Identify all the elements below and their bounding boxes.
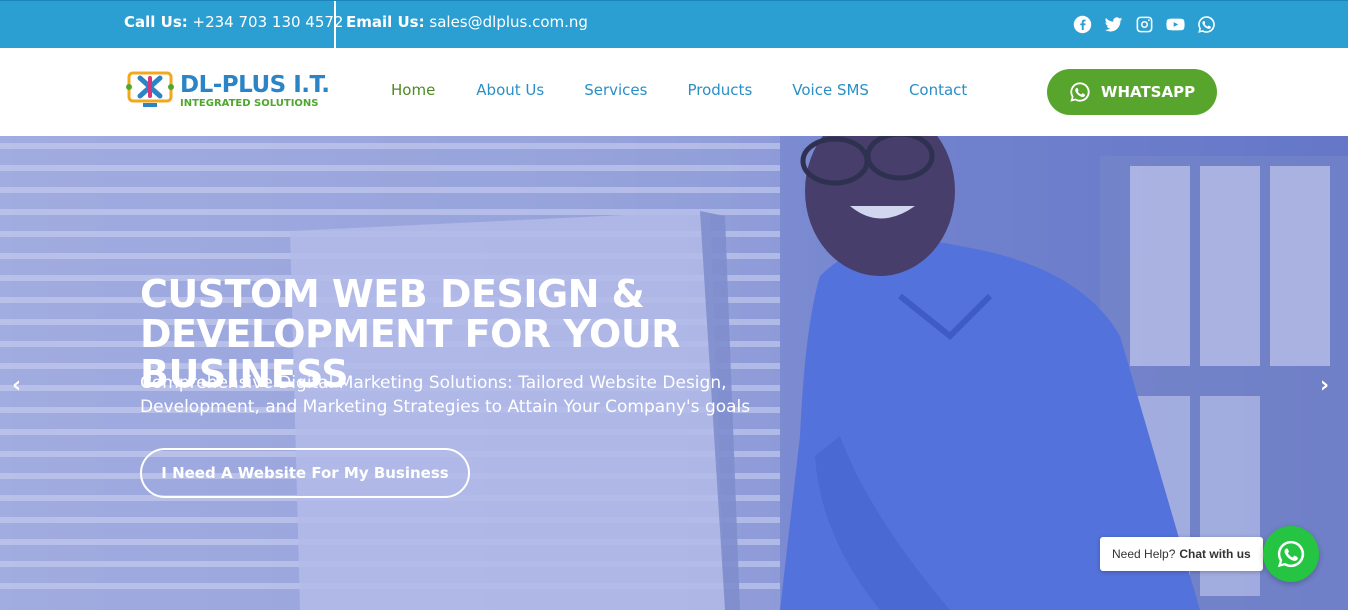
website-cta-button[interactable]: I Need A Website For My Business: [140, 448, 470, 498]
facebook-icon[interactable]: [1073, 15, 1092, 34]
youtube-icon[interactable]: [1166, 15, 1185, 34]
hero-subtitle-line-1: Comprehensive Digital Marketing Solution…: [140, 373, 727, 393]
slider-next-arrow-icon[interactable]: ›: [1320, 373, 1329, 398]
chat-help-bubble[interactable]: Need Help? Chat with us: [1100, 537, 1263, 571]
nav-voice-sms[interactable]: Voice SMS: [792, 81, 869, 99]
twitter-icon[interactable]: [1104, 15, 1123, 34]
whatsapp-button-label: WHATSAPP: [1100, 83, 1196, 101]
whatsapp-icon[interactable]: [1197, 15, 1216, 34]
call-us-info[interactable]: Call Us: +234 703 130 4572: [124, 13, 343, 31]
whatsapp-chat-button[interactable]: [1263, 526, 1319, 582]
logo-mark-icon: [126, 71, 174, 107]
chat-prompt: Need Help?: [1112, 547, 1176, 561]
hero-subtitle-line-2: Development, and Marketing Strategies to…: [140, 397, 751, 417]
email-us-label: Email Us:: [346, 13, 425, 31]
nav-contact[interactable]: Contact: [909, 81, 967, 99]
whatsapp-icon: [1277, 540, 1305, 568]
whatsapp-button[interactable]: WHATSAPP: [1047, 69, 1217, 115]
whatsapp-icon: [1070, 82, 1090, 102]
chat-action: Chat with us: [1179, 547, 1251, 561]
site-logo[interactable]: DL-PLUS I.T. INTEGRATED SOLUTIONS: [126, 68, 330, 116]
nav-home[interactable]: Home: [391, 81, 435, 99]
social-links: [1073, 15, 1216, 34]
email-us-info[interactable]: Email Us: sales@dlplus.com.ng: [346, 13, 588, 31]
top-contact-bar: Call Us: +234 703 130 4572 Email Us: sal…: [0, 0, 1348, 49]
topbar-divider: [334, 1, 336, 49]
slider-prev-arrow-icon[interactable]: ‹: [12, 373, 21, 398]
hero-subtitle: Comprehensive Digital Marketing Solution…: [140, 371, 760, 419]
nav-about-us[interactable]: About Us: [476, 81, 544, 99]
call-us-label: Call Us:: [124, 13, 188, 31]
hero-title-line-1: CUSTOM WEB DESIGN &: [140, 272, 645, 316]
instagram-icon[interactable]: [1135, 15, 1154, 34]
phone-number[interactable]: +234 703 130 4572: [193, 13, 344, 31]
logo-tagline: INTEGRATED SOLUTIONS: [180, 98, 319, 109]
email-address[interactable]: sales@dlplus.com.ng: [429, 13, 588, 31]
main-header: DL-PLUS I.T. INTEGRATED SOLUTIONS Home A…: [0, 48, 1348, 136]
nav-services[interactable]: Services: [584, 81, 647, 99]
logo-name: DL-PLUS I.T.: [180, 72, 330, 98]
main-navigation: Home About Us Services Products Voice SM…: [391, 81, 967, 99]
nav-products[interactable]: Products: [687, 81, 752, 99]
